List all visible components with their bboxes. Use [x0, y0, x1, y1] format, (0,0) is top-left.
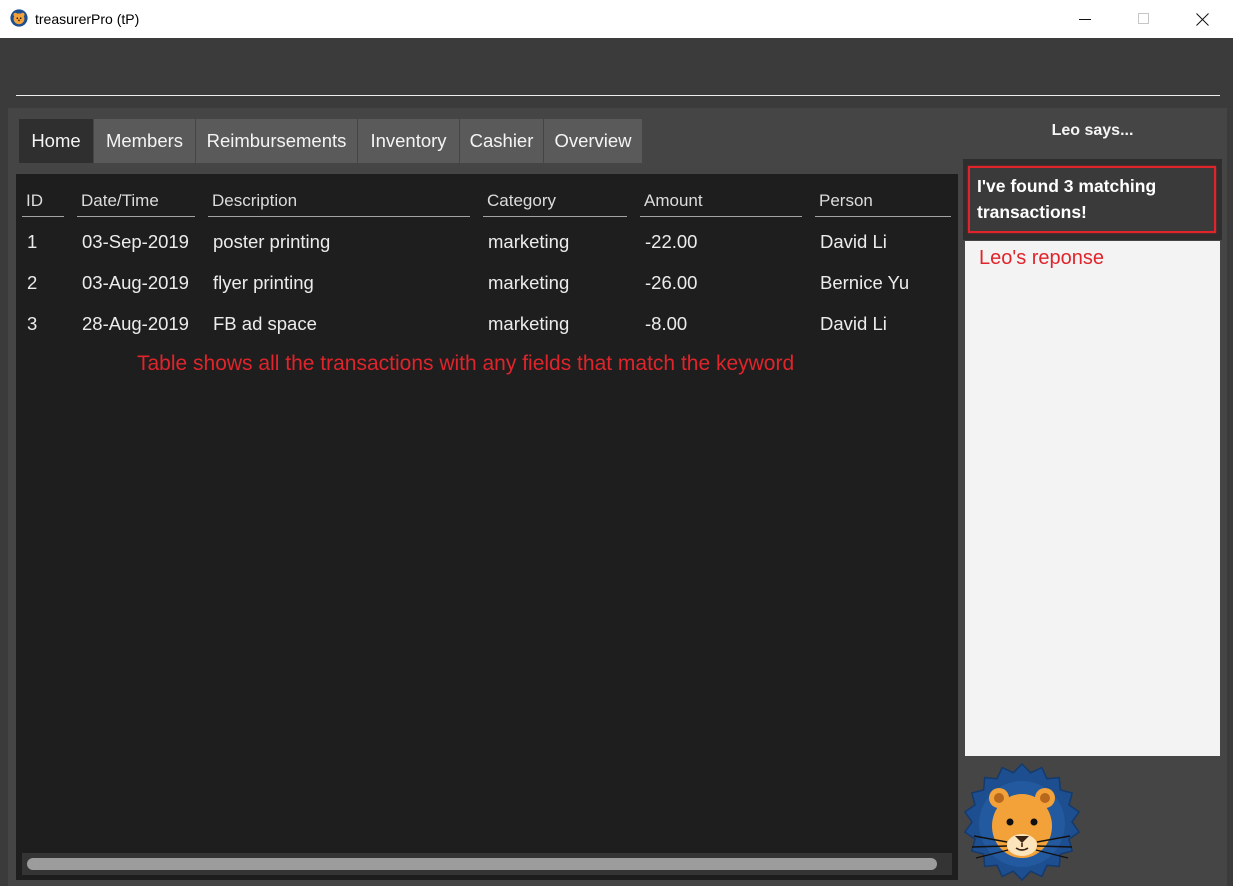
cell-person: David Li [820, 313, 887, 334]
table-row[interactable]: 2 03-Aug-2019 flyer printing marketing -… [16, 262, 958, 303]
lion-mascot [962, 762, 1082, 882]
tab-reimbursements[interactable]: Reimbursements [196, 119, 357, 163]
lion-eye [1006, 818, 1014, 826]
annotation-highlight-box [968, 166, 1216, 233]
cell-datetime: 03-Aug-2019 [82, 272, 189, 293]
leo-says-label: Leo says... [1051, 122, 1134, 139]
tab-label: Cashier [469, 130, 534, 151]
tab-label: Reimbursements [206, 130, 347, 151]
cell-category: marketing [488, 231, 570, 252]
close-button[interactable] [1173, 0, 1231, 38]
lion-eye [1030, 818, 1038, 826]
cell-id: 1 [27, 231, 38, 252]
maximize-button[interactable] [1114, 0, 1172, 38]
column-header-amount[interactable]: Amount [640, 184, 802, 217]
column-header-person[interactable]: Person [815, 184, 951, 217]
minimize-icon [1079, 19, 1091, 20]
scrollbar-thumb[interactable] [27, 858, 937, 870]
leo-panel: Leo says... I've found 3 matching transa… [963, 119, 1222, 884]
cell-description: flyer printing [213, 272, 314, 293]
lion-icon [10, 9, 28, 27]
tab-label: Inventory [370, 130, 447, 151]
cell-person: David Li [820, 231, 887, 252]
close-icon [1196, 13, 1209, 26]
cell-description: poster printing [213, 231, 331, 252]
tab-label: Overview [554, 130, 632, 151]
table-row[interactable]: 1 03-Sep-2019 poster printing marketing … [16, 221, 958, 262]
tab-inventory[interactable]: Inventory [358, 119, 459, 163]
cell-id: 3 [27, 313, 38, 334]
tab-overview[interactable]: Overview [544, 119, 642, 163]
tab-cashier[interactable]: Cashier [460, 119, 543, 163]
tab-home[interactable]: Home [19, 119, 93, 163]
cell-id: 2 [27, 272, 38, 293]
cell-description: FB ad space [213, 313, 317, 334]
table-row[interactable]: 3 28-Aug-2019 FB ad space marketing -8.0… [16, 303, 958, 344]
tab-members[interactable]: Members [94, 119, 195, 163]
maximize-icon [1138, 13, 1149, 24]
leo-response-panel: Leo's reponse [965, 241, 1220, 756]
cell-amount: -22.00 [645, 231, 698, 252]
column-header-description[interactable]: Description [208, 184, 470, 217]
tab-bar: Home Members Reimbursements Inventory Ca… [19, 119, 642, 163]
cell-datetime: 28-Aug-2019 [82, 313, 189, 334]
horizontal-scrollbar[interactable] [22, 853, 952, 875]
main-pane: Home Members Reimbursements Inventory Ca… [8, 108, 1227, 886]
result-display: I've found 3 matching transactions! [963, 159, 1222, 240]
cell-category: marketing [488, 313, 570, 334]
cell-amount: -26.00 [645, 272, 698, 293]
title-bar[interactable]: treasurerPro (tP) [0, 0, 1233, 38]
cell-category: marketing [488, 272, 570, 293]
minimize-button[interactable] [1056, 0, 1114, 38]
column-header-id[interactable]: ID [22, 184, 64, 217]
window-title: treasurerPro (tP) [35, 11, 140, 27]
column-header-category[interactable]: Category [483, 184, 627, 217]
cell-person: Bernice Yu [820, 272, 910, 293]
cell-datetime: 03-Sep-2019 [82, 231, 189, 252]
cell-amount: -8.00 [645, 313, 688, 334]
annotation-table-note: Table shows all the transactions with an… [137, 352, 795, 375]
annotation-leo-response: Leo's reponse [979, 247, 1105, 269]
column-header-datetime[interactable]: Date/Time [77, 184, 195, 217]
tab-label: Home [31, 130, 81, 151]
transactions-table: ID Date/Time Description Category Amount… [16, 174, 958, 880]
command-input[interactable] [16, 62, 1220, 96]
tab-label: Members [105, 130, 184, 151]
